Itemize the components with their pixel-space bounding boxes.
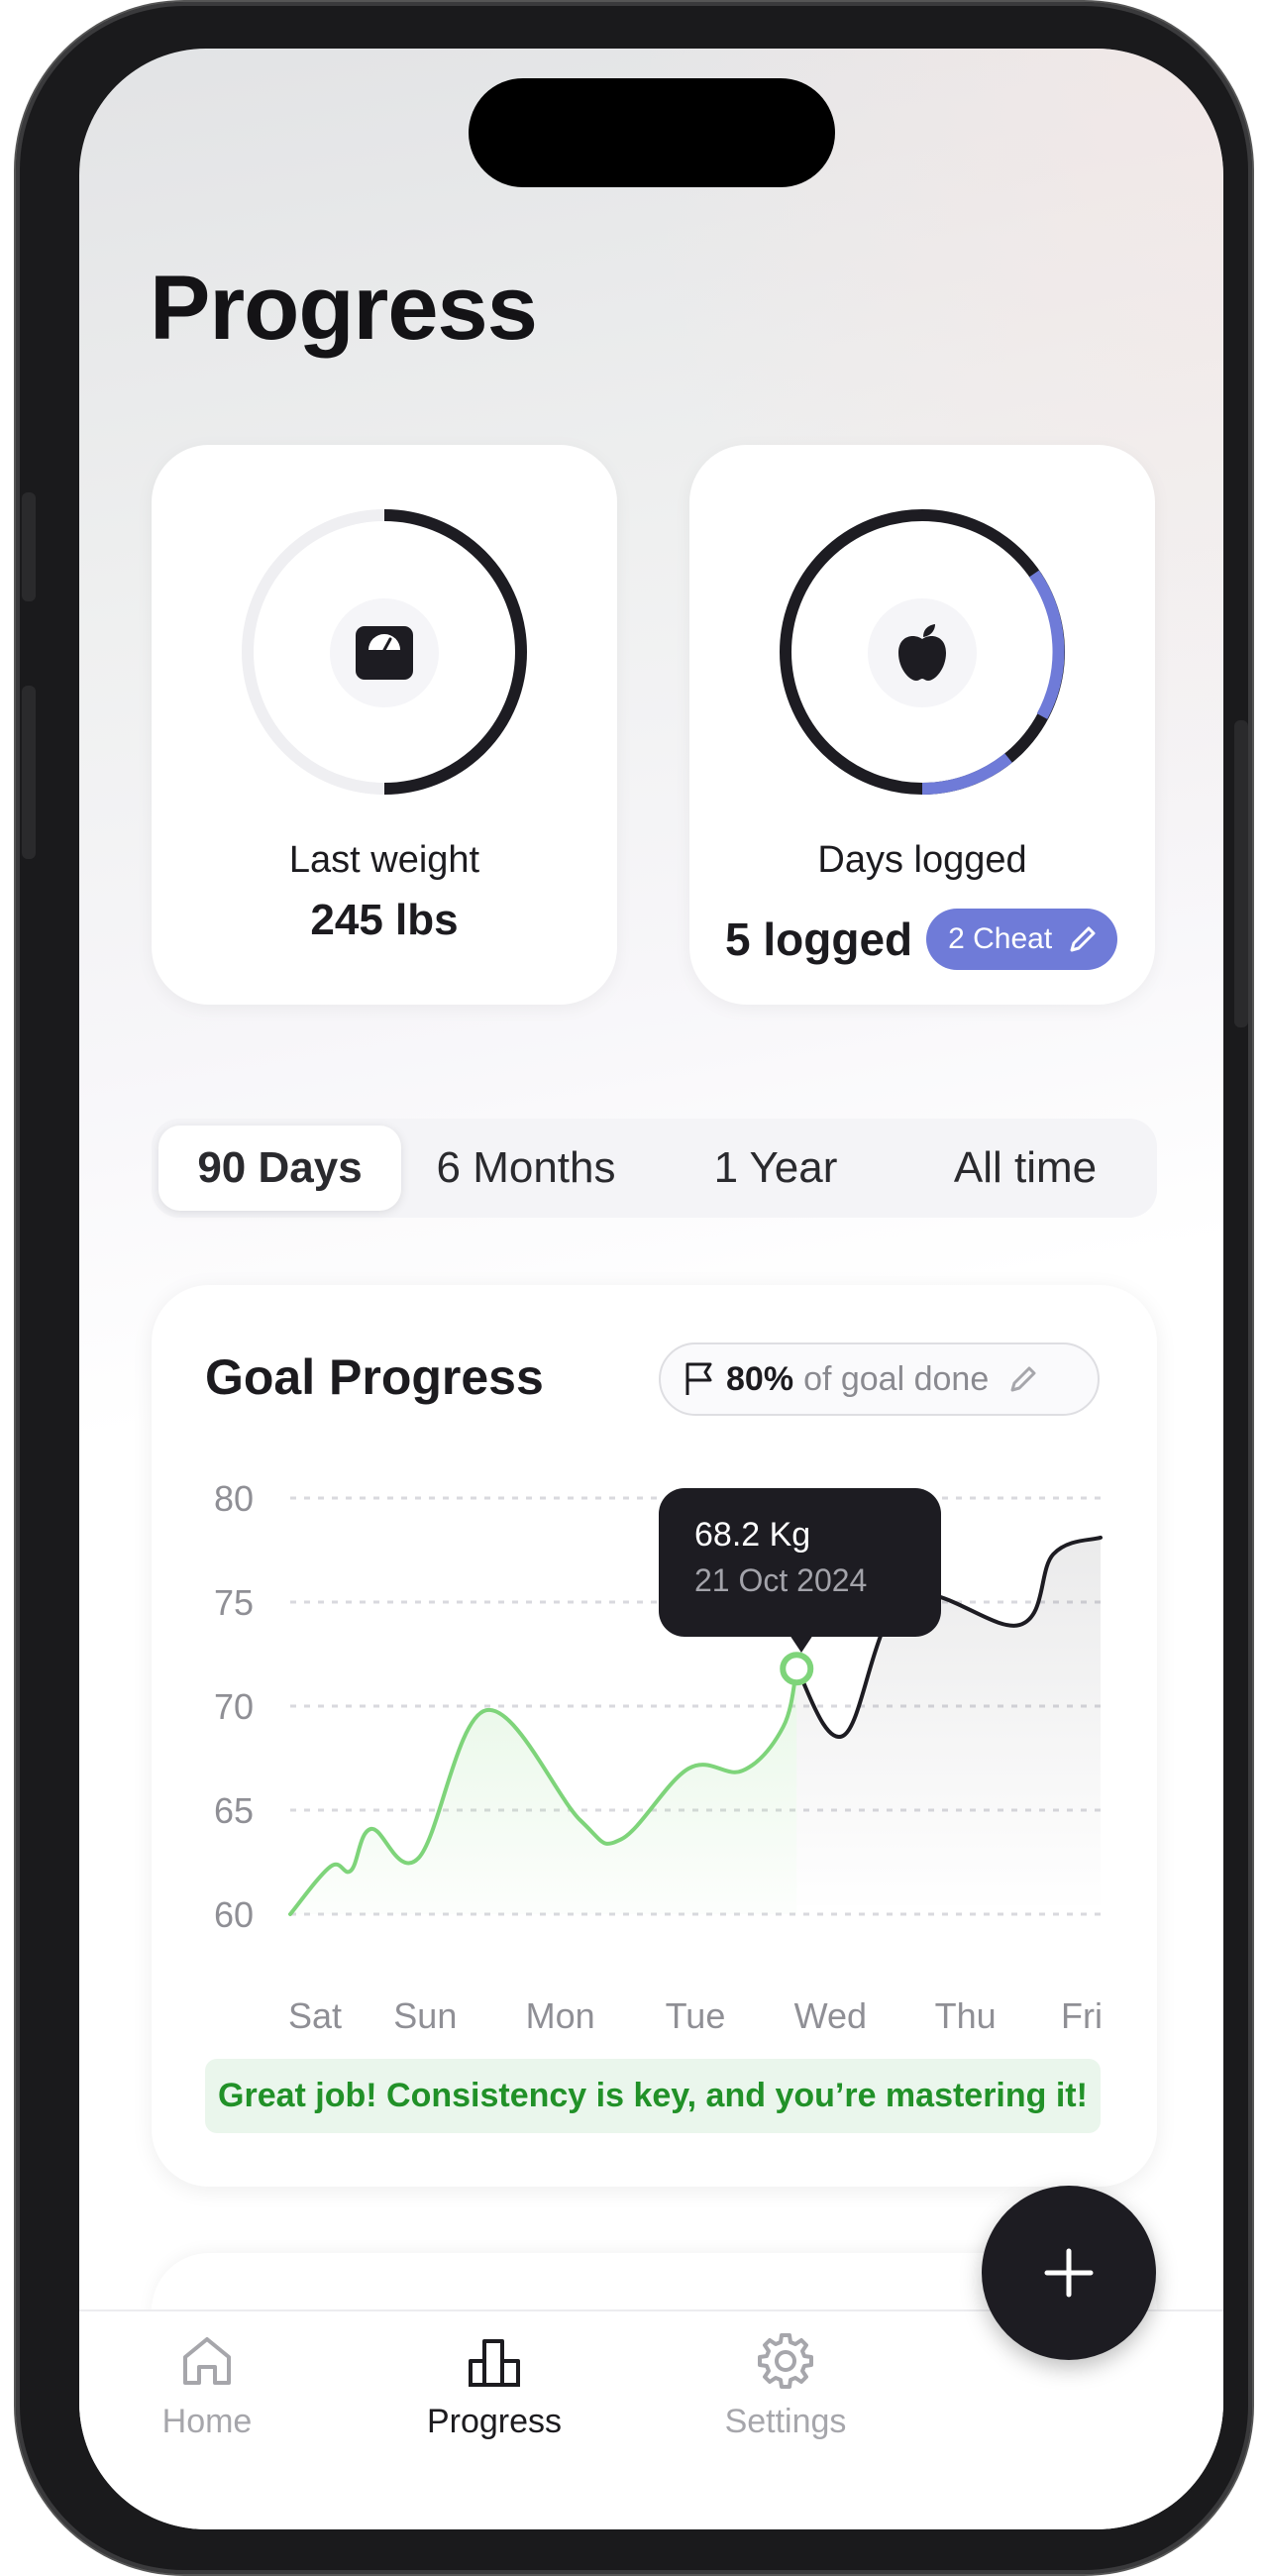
pencil-icon	[1070, 926, 1096, 952]
last-weight-value: 245 lbs	[310, 896, 459, 944]
nav-progress-label: Progress	[426, 2403, 563, 2440]
selected-point-marker[interactable]	[780, 1652, 814, 1686]
last-weight-card[interactable]: Last weight 245 lbs	[152, 445, 617, 1005]
days-logged-value: 5 logged	[725, 913, 913, 965]
x-tick-label: Mon	[526, 1995, 595, 2036]
volume-button	[22, 686, 36, 859]
tooltip-date: 21 Oct 2024	[694, 1562, 868, 1598]
x-tick-label: Sat	[288, 1995, 342, 2036]
apple-icon	[868, 598, 977, 707]
tab-6-months[interactable]: 6 Months	[401, 1126, 651, 1211]
dynamic-island	[469, 78, 835, 187]
x-tick-label: Wed	[794, 1995, 867, 2036]
chart-tooltip: 68.2 Kg 21 Oct 2024	[659, 1488, 941, 1653]
x-tick-label: Tue	[666, 1995, 726, 2036]
page-title: Progress	[150, 258, 538, 359]
plus-icon	[1044, 2248, 1094, 2298]
nav-settings[interactable]: Settings	[686, 2331, 885, 2441]
goal-progress-chart[interactable]: 80 75 70 65 60 Sat Sun Mon Tue Wed Thu Fri	[152, 1285, 1157, 2058]
nav-progress[interactable]: Progress	[395, 2331, 593, 2441]
x-tick-label: Sun	[393, 1995, 457, 2036]
tab-1-year[interactable]: 1 Year	[651, 1126, 900, 1211]
add-entry-button[interactable]	[982, 2186, 1156, 2360]
silent-switch	[22, 492, 36, 601]
y-tick-label: 65	[214, 1790, 254, 1831]
days-logged-label: Days logged	[817, 839, 1027, 881]
scale-icon	[330, 598, 439, 707]
encouragement-message: Great job! Consistency is key, and you’r…	[205, 2059, 1101, 2133]
nav-home-label: Home	[161, 2403, 253, 2440]
days-logged-card[interactable]: Days logged 5 logged 2 Cheat	[689, 445, 1155, 1005]
phone-frame: Progress Last weight 245 lbs Days logged…	[16, 2, 1252, 2574]
screen: Progress Last weight 245 lbs Days logged…	[79, 49, 1223, 2529]
tab-90-days[interactable]: 90 Days	[158, 1126, 401, 1211]
y-tick-label: 70	[214, 1686, 254, 1727]
y-tick-label: 75	[214, 1582, 254, 1623]
bar-chart-icon	[469, 2339, 520, 2387]
tooltip-value: 68.2 Kg	[694, 1516, 811, 1554]
y-tick-label: 80	[214, 1478, 254, 1519]
gear-icon	[758, 2333, 813, 2389]
days-logged-value-row: 5 logged 2 Cheat	[725, 909, 1118, 970]
time-range-selector: 90 Days 6 Months 1 Year All time	[152, 1119, 1157, 1218]
home-icon	[183, 2337, 231, 2385]
y-tick-label: 60	[214, 1894, 254, 1935]
power-button	[1234, 720, 1248, 1027]
x-tick-label: Fri	[1061, 1995, 1103, 2036]
nav-settings-label: Settings	[724, 2403, 847, 2440]
goal-progress-card: Goal Progress 80% of goal done 80 75 70 …	[152, 1285, 1157, 2187]
x-tick-label: Thu	[935, 1995, 997, 2036]
nav-home[interactable]: Home	[108, 2331, 306, 2441]
last-weight-label: Last weight	[288, 839, 480, 881]
cheat-days-button[interactable]: 2 Cheat	[926, 909, 1118, 970]
cheat-days-label: 2 Cheat	[948, 922, 1053, 955]
tab-all-time[interactable]: All time	[900, 1126, 1150, 1211]
